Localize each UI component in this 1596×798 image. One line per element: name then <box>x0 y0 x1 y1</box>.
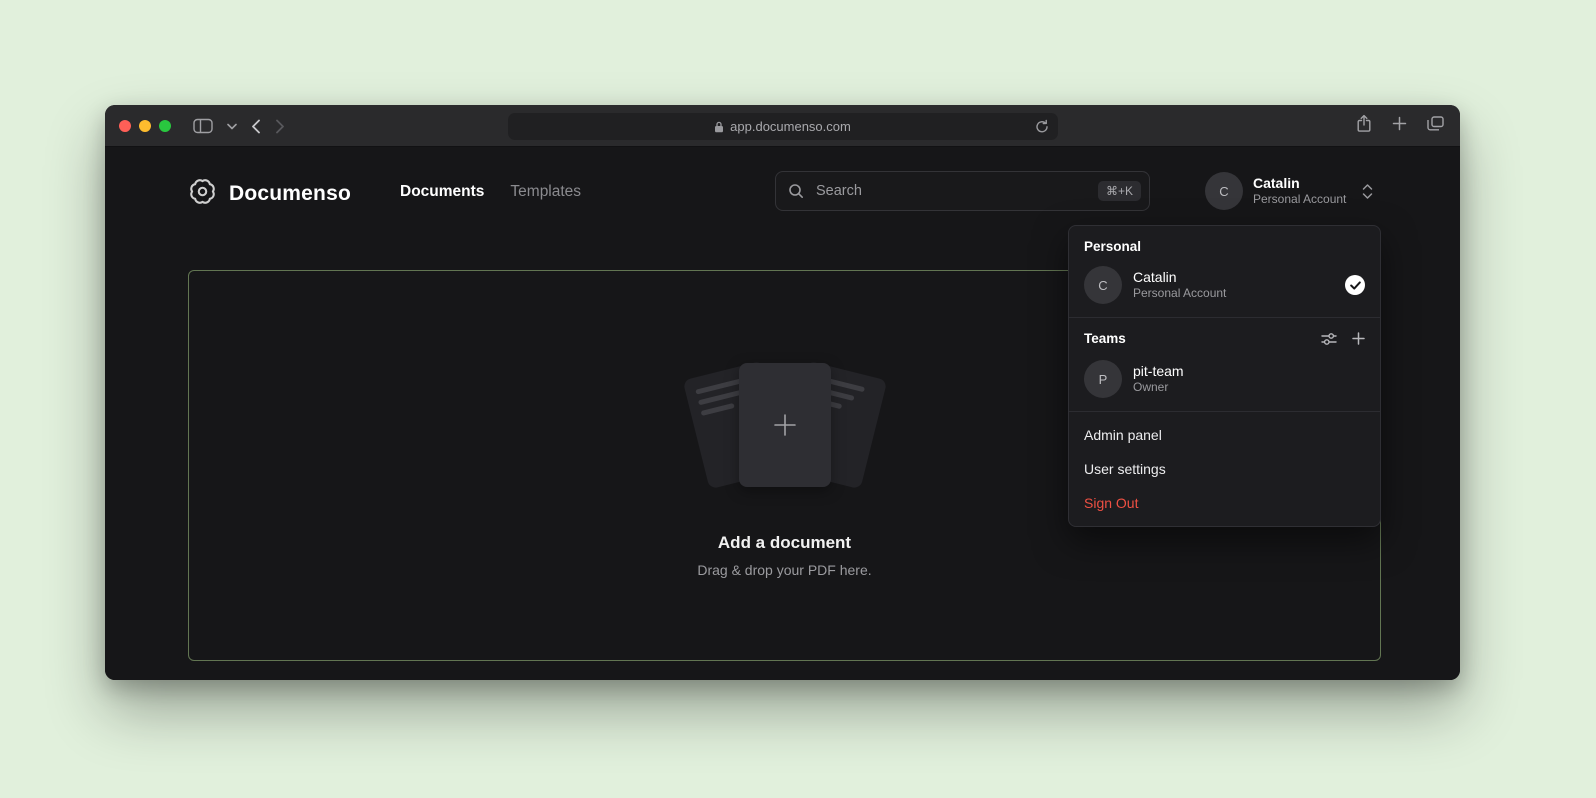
main-nav: Documents Templates <box>400 183 581 201</box>
menu-personal-account-row[interactable]: C Catalin Personal Account <box>1069 261 1380 317</box>
menu-personal-label: Personal <box>1069 226 1380 261</box>
account-menu-trigger[interactable]: C Catalin Personal Account <box>1205 171 1373 211</box>
menu-team-avatar: P <box>1084 360 1122 398</box>
toolbar-left-icons <box>193 105 285 147</box>
account-name: Catalin <box>1253 175 1346 193</box>
browser-toolbar: app.documenso.com <box>105 105 1460 147</box>
dropzone-title: Add a document <box>718 533 851 553</box>
search-shortcut-badge: ⌘+K <box>1098 181 1141 201</box>
menu-personal-avatar: C <box>1084 266 1122 304</box>
menu-item-sign-out[interactable]: Sign Out <box>1069 486 1380 520</box>
menu-personal-subtitle: Personal Account <box>1133 286 1226 301</box>
account-avatar: C <box>1205 172 1243 210</box>
nav-documents[interactable]: Documents <box>400 183 484 201</box>
traffic-lights <box>119 105 171 147</box>
reload-icon[interactable] <box>1035 119 1049 137</box>
documenso-logo-icon <box>188 177 217 211</box>
zoom-window-button[interactable] <box>159 120 171 132</box>
brand[interactable]: Documenso <box>188 177 351 211</box>
dropzone-subtitle: Drag & drop your PDF here. <box>697 562 871 578</box>
url-text: app.documenso.com <box>730 119 851 134</box>
plus-icon <box>769 409 801 441</box>
toolbar-right-icons <box>1356 105 1444 147</box>
sidebar-toggle-icon[interactable] <box>193 118 213 134</box>
account-subtitle: Personal Account <box>1253 192 1346 207</box>
forward-icon[interactable] <box>275 119 285 134</box>
document-stack-illustration <box>665 351 905 507</box>
nav-templates[interactable]: Templates <box>510 183 581 201</box>
manage-teams-icon[interactable] <box>1321 332 1337 346</box>
menu-team-name: pit-team <box>1133 363 1184 381</box>
menu-team-row[interactable]: P pit-team Owner <box>1069 355 1380 411</box>
new-tab-icon[interactable] <box>1392 116 1407 136</box>
account-dropdown-menu: Personal C Catalin Personal Account Team… <box>1068 225 1381 527</box>
document-card-center <box>739 363 831 487</box>
tab-overview-icon[interactable] <box>1427 116 1444 136</box>
menu-team-role: Owner <box>1133 380 1184 395</box>
menu-teams-label: Teams <box>1084 331 1126 346</box>
menu-personal-name: Catalin <box>1133 269 1226 287</box>
sidebar-chevron-down-icon[interactable] <box>227 123 237 130</box>
search-icon <box>788 183 804 199</box>
chevron-up-down-icon <box>1362 183 1373 200</box>
browser-window: app.documenso.com <box>105 105 1460 680</box>
share-icon[interactable] <box>1356 114 1372 138</box>
brand-name: Documenso <box>229 182 351 206</box>
selected-check-icon <box>1345 275 1365 295</box>
lock-icon <box>714 121 724 133</box>
minimize-window-button[interactable] <box>139 120 151 132</box>
url-bar[interactable]: app.documenso.com <box>508 113 1058 140</box>
menu-teams-header: Teams <box>1069 318 1380 355</box>
back-icon[interactable] <box>251 119 261 134</box>
search-input[interactable] <box>814 182 1088 200</box>
add-team-icon[interactable] <box>1352 332 1365 345</box>
menu-item-admin-panel[interactable]: Admin panel <box>1069 418 1380 452</box>
menu-item-user-settings[interactable]: User settings <box>1069 452 1380 486</box>
documenso-app: Documenso Documents Templates ⌘+K C Cata… <box>105 147 1460 680</box>
search-bar[interactable]: ⌘+K <box>775 171 1150 211</box>
close-window-button[interactable] <box>119 120 131 132</box>
